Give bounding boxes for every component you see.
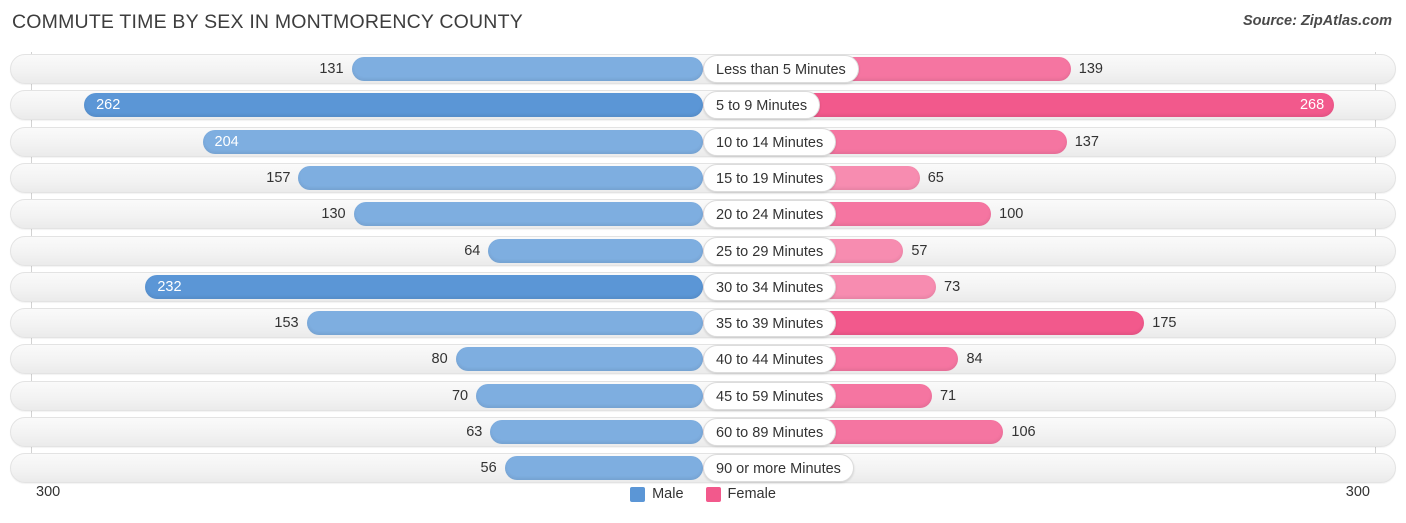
legend-swatch-male	[630, 486, 646, 502]
value-label-female: 175	[1152, 315, 1177, 332]
category-label-pill[interactable]: 10 to 14 Minutes	[703, 127, 837, 156]
chart-row[interactable]: 262 268 5 to 9 Minutes	[10, 90, 1396, 121]
chart-row[interactable]: 561790 or more Minutes	[10, 453, 1396, 484]
category-label-pill[interactable]: 20 to 24 Minutes	[703, 200, 837, 229]
legend: Male Female	[0, 486, 1406, 502]
chart-row[interactable]: 204 137 10 to 14 Minutes	[10, 126, 1396, 157]
legend-label-male: Male	[652, 486, 684, 502]
bar-male[interactable]	[488, 238, 703, 263]
bar-male[interactable]	[84, 93, 703, 118]
value-label-female: 106	[1011, 424, 1036, 440]
bar-male[interactable]	[298, 165, 703, 190]
category-label-pill[interactable]: Less than 5 Minutes	[703, 55, 859, 83]
chart-row[interactable]: 130 100 20 to 24 Minutes	[10, 199, 1396, 230]
bar-male[interactable]	[476, 383, 703, 408]
chart-row[interactable]: 157 65 15 to 19 Minutes	[10, 162, 1396, 193]
category-label-pill[interactable]: 45 to 59 Minutes	[703, 381, 837, 410]
plot-area: 131 139 Less than 5 Minutes 262 268 5 to 9 Mi…	[0, 52, 1406, 484]
bar-male[interactable]	[455, 347, 703, 372]
category-label-pill[interactable]: 35 to 39 Minutes	[703, 309, 837, 338]
legend-label-female: Female	[727, 486, 776, 502]
value-label-male: 56	[480, 460, 497, 477]
chart-row[interactable]: 232 73 30 to 34 Minutes	[10, 271, 1396, 302]
category-label-pill[interactable]: 25 to 29 Minutes	[703, 236, 837, 265]
source-label: Source: ZipAtlas.com	[1242, 13, 1392, 29]
value-label-female: 71	[939, 387, 957, 404]
category-label-pill[interactable]: 15 to 19 Minutes	[703, 163, 837, 192]
value-label-female: 137	[1074, 133, 1099, 150]
value-label-female: 73	[944, 278, 961, 295]
value-label-male: 130	[321, 206, 346, 223]
value-label-male: 232	[157, 278, 182, 295]
value-label-male: 64	[464, 242, 481, 259]
chart-row[interactable]: 70 71 45 to 59 Minutes	[10, 380, 1396, 411]
category-label-pill[interactable]: 60 to 89 Minutes	[703, 418, 837, 446]
value-label-male: 80	[431, 351, 448, 368]
category-label-pill[interactable]: 90 or more Minutes	[703, 454, 854, 483]
value-label-female: 139	[1078, 61, 1103, 77]
legend-item-female[interactable]: Female	[705, 486, 776, 502]
value-label-male: 204	[214, 133, 239, 150]
bar-male[interactable]	[504, 456, 703, 481]
category-label-pill[interactable]: 30 to 34 Minutes	[703, 272, 837, 301]
value-label-female: 268	[1299, 97, 1325, 114]
value-label-female: 84	[966, 351, 983, 368]
value-label-male: 131	[319, 61, 344, 77]
value-label-male: 63	[466, 424, 483, 440]
category-label-pill[interactable]: 5 to 9 Minutes	[703, 91, 821, 120]
value-label-female: 57	[911, 242, 928, 259]
bar-male[interactable]	[353, 202, 703, 227]
page-title: COMMUTE TIME BY SEX IN MONTMORENCY COUNT…	[12, 11, 523, 33]
value-label-male: 70	[451, 387, 469, 404]
value-label-male: 262	[96, 97, 121, 114]
legend-swatch-female	[705, 486, 721, 502]
chart-row[interactable]: 131 139 Less than 5 Minutes	[10, 54, 1396, 84]
chart-root: COMMUTE TIME BY SEX IN MONTMORENCY COUNT…	[0, 0, 1406, 523]
value-label-female: 100	[999, 206, 1024, 223]
category-label-pill[interactable]: 40 to 44 Minutes	[703, 345, 837, 374]
value-label-male: 153	[274, 315, 299, 332]
value-label-male: 157	[266, 169, 291, 186]
value-label-female: 65	[927, 169, 944, 186]
chart-row[interactable]: 63 106 60 to 89 Minutes	[10, 417, 1396, 447]
chart-row[interactable]: 153 175 35 to 39 Minutes	[10, 308, 1396, 339]
chart-row[interactable]: 64 57 25 to 29 Minutes	[10, 235, 1396, 266]
bar-male[interactable]	[202, 129, 703, 154]
bar-male[interactable]	[145, 274, 703, 299]
bar-male[interactable]	[306, 311, 703, 336]
legend-item-male[interactable]: Male	[630, 486, 684, 502]
bar-male[interactable]	[490, 420, 703, 444]
chart-row[interactable]: 80 84 40 to 44 Minutes	[10, 344, 1396, 375]
bar-male[interactable]	[351, 57, 703, 81]
